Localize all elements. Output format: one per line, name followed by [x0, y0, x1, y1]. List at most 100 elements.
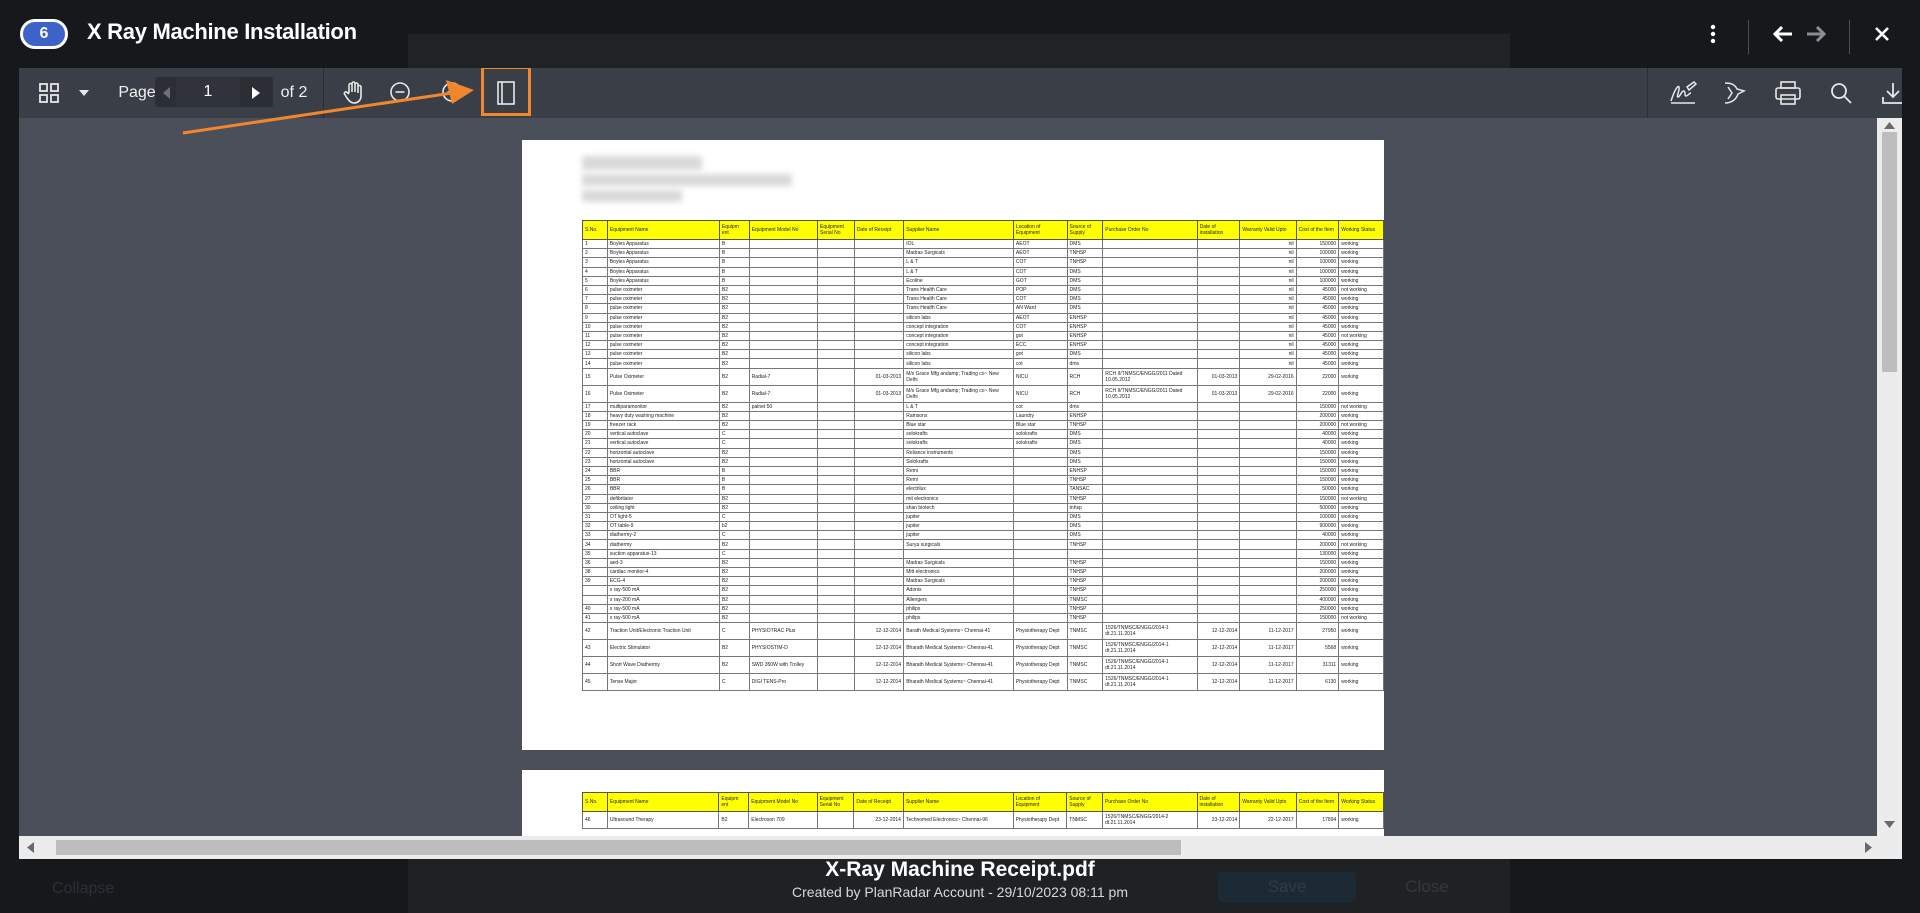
- table-cell: 01-03-2013: [1196, 384, 1241, 403]
- table-cell: Trans Health Care: [903, 284, 1014, 296]
- page-number-input[interactable]: 1: [176, 77, 240, 107]
- document-area[interactable]: S.No. Equipment Name Equipm ent Equipment M…: [19, 118, 1877, 836]
- table-cell: B: [718, 275, 750, 286]
- table-cell: Reliance instruments: [903, 447, 1014, 458]
- table-cell: 12-12-2014: [1196, 673, 1241, 692]
- table-cell: working: [1338, 521, 1384, 532]
- table-cell: [748, 475, 819, 486]
- table-cell: Boyles Apparatus: [606, 266, 720, 277]
- table-cell: [748, 557, 819, 569]
- table-cell: TNHSP: [1066, 248, 1104, 259]
- table-cell: [748, 465, 819, 477]
- table-cell: Boyles Apparatus: [606, 275, 720, 286]
- table-cell: [1239, 465, 1297, 477]
- table-cell: TNMSC: [1066, 811, 1104, 829]
- table-cell: working: [1338, 349, 1384, 360]
- table-cell: Physiotherapy Dept: [1012, 656, 1068, 675]
- horizontal-scroll-thumb[interactable]: [56, 840, 1181, 855]
- table-cell: philips: [903, 603, 1014, 614]
- scroll-left-icon[interactable]: [27, 842, 34, 853]
- table-cell: solokrafts: [903, 429, 1014, 440]
- table-cell: B2: [718, 284, 750, 296]
- table-row: 25 BBR B Remi TNHSP 150000 working: [582, 475, 1384, 486]
- table-cell: 10: [582, 321, 608, 332]
- pan-hand-icon[interactable]: [334, 68, 374, 118]
- table-cell: 5568: [1295, 639, 1340, 658]
- scroll-down-icon[interactable]: [1884, 821, 1895, 828]
- table-row: 17 multiparamonitor B2 palnet 50 L & Tcot dms…: [582, 401, 1384, 412]
- table-cell: 33: [582, 530, 608, 541]
- table-row: 45 Tense Major C DIGI TENS-Pro 12-12-2014 Bha…: [582, 673, 1384, 692]
- scroll-right-icon[interactable]: [1865, 842, 1872, 853]
- table-cell: B2: [718, 419, 750, 431]
- table-cell: 150000: [1295, 447, 1340, 458]
- table-cell: [1102, 284, 1198, 296]
- table-cell: [748, 429, 819, 440]
- table-cell: [817, 429, 855, 440]
- zoom-out-icon[interactable]: [381, 68, 421, 118]
- table-cell: 31: [582, 511, 608, 523]
- search-icon[interactable]: [1821, 68, 1861, 118]
- table-cell: B2: [718, 312, 750, 323]
- table-cell: 20: [582, 429, 608, 440]
- table-cell: [1012, 493, 1068, 504]
- table-cell: Madras Surgicals: [903, 248, 1014, 259]
- next-arrow-icon[interactable]: [1802, 20, 1830, 48]
- table-cell: [817, 438, 855, 449]
- table-cell: 150000: [1295, 456, 1340, 467]
- table-cell: 3: [582, 257, 608, 268]
- vertical-scroll-thumb[interactable]: [1882, 132, 1897, 372]
- horizontal-scrollbar[interactable]: [19, 836, 1902, 859]
- table-cell: [1239, 456, 1297, 467]
- table-cell: [1102, 548, 1198, 559]
- table-cell: 200000: [1295, 539, 1340, 550]
- table-cell: 36: [582, 557, 608, 569]
- thumbnails-grid-icon[interactable]: [29, 68, 69, 118]
- chevron-down-icon[interactable]: [71, 68, 97, 118]
- table-cell: working: [1338, 275, 1384, 286]
- table-header-cell: Equipment Model No: [748, 220, 819, 240]
- table-cell: B2: [718, 576, 750, 587]
- table-cell: Bharath Medical Systems~ Chennai-41: [903, 639, 1014, 658]
- table-cell: 46: [582, 811, 608, 829]
- table-cell: [1196, 493, 1241, 504]
- table-cell: [1102, 401, 1198, 412]
- table-row: 46 Ultrasound Therapy B2 Electroson 709 23-1…: [582, 811, 1384, 829]
- table-cell: 15: [582, 367, 608, 386]
- table-cell: C: [718, 548, 750, 559]
- table-cell: working: [1338, 321, 1384, 332]
- table-header-cell: Source of Supply: [1066, 220, 1104, 240]
- signature-icon[interactable]: [1663, 68, 1703, 118]
- vertical-scrollbar[interactable]: [1877, 118, 1902, 836]
- table-cell: 12-12-2014: [853, 673, 905, 692]
- table-cell: B2: [718, 603, 750, 614]
- table-cell: 11: [582, 330, 608, 342]
- table-cell: 38: [582, 566, 608, 578]
- table-cell: [817, 384, 855, 403]
- zoom-in-icon[interactable]: [433, 68, 473, 118]
- table-cell: [1196, 303, 1241, 314]
- scroll-up-icon[interactable]: [1884, 122, 1895, 129]
- table-row: 22 horizontal autoclave B2 Reliance instrum…: [582, 447, 1384, 458]
- table-cell: Boyles Apparatus: [606, 248, 720, 259]
- table-header-cell: Equipment Model No: [748, 792, 818, 812]
- print-icon[interactable]: [1768, 68, 1808, 118]
- table-cell: got: [1012, 330, 1068, 342]
- table-cell: [1196, 401, 1241, 412]
- close-icon[interactable]: [1868, 20, 1896, 48]
- table-cell: [748, 358, 819, 369]
- annotate-arrow-icon[interactable]: [1715, 68, 1755, 118]
- table-header-cell: Warranty Valid Upto: [1239, 220, 1297, 240]
- download-icon[interactable]: [1873, 68, 1902, 118]
- previous-page-icon[interactable]: [157, 68, 177, 118]
- table-cell: [1239, 530, 1297, 541]
- table-cell: solokrafts: [1012, 429, 1068, 440]
- table-cell: dms: [1066, 358, 1104, 369]
- more-options-icon[interactable]: [1699, 20, 1727, 48]
- table-cell: 40: [582, 603, 608, 614]
- previous-arrow-icon[interactable]: [1769, 20, 1797, 48]
- table-header-cell: Cost of the Item: [1295, 220, 1340, 240]
- table-cell: nil: [1239, 321, 1297, 332]
- table-row: 7 pulse oximeter B2 Trans Health Care COT DMS…: [582, 294, 1384, 305]
- next-page-icon[interactable]: [243, 68, 269, 118]
